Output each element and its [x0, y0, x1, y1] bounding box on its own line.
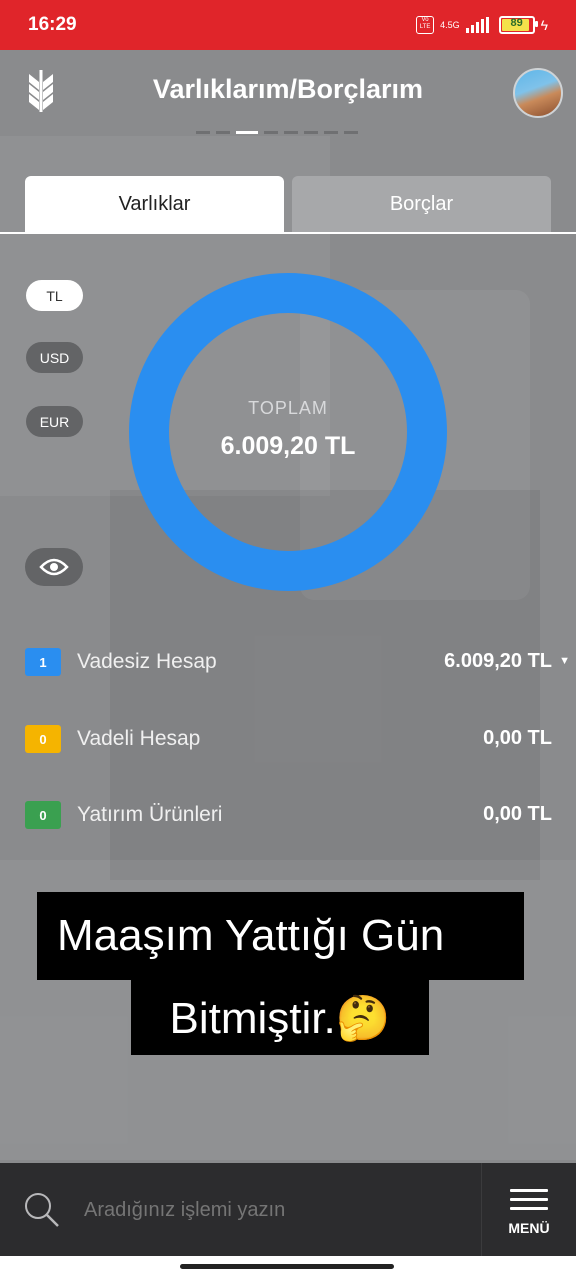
- asset-row-yatirim[interactable]: 0 Yatırım Ürünleri 0,00 TL: [0, 794, 576, 834]
- video-caption-line2: Bitmiştir.🤔: [131, 980, 429, 1055]
- asset-amount: 0,00 TL: [483, 727, 552, 749]
- asset-count-badge: 0: [25, 801, 61, 829]
- page-title: Varlıklarım/Borçlarım: [152, 74, 424, 104]
- search-input[interactable]: [82, 1198, 466, 1223]
- menu-label: MENÜ: [508, 1220, 550, 1236]
- eye-icon: [39, 558, 69, 576]
- signal-icon: [465, 17, 489, 33]
- battery-level: 89: [510, 17, 523, 29]
- total-label: TOPLAM: [248, 398, 328, 418]
- charging-icon: ϟ: [540, 17, 548, 33]
- volte-icon: Vo LTE: [416, 16, 435, 34]
- tab-borclar[interactable]: Borçlar: [292, 176, 551, 233]
- status-bar: 16:29 Vo LTE 4.5G 89 ϟ: [0, 0, 576, 50]
- status-time: 16:29: [28, 14, 77, 35]
- battery-icon: 89: [498, 16, 538, 34]
- hamburger-icon: [510, 1183, 548, 1216]
- asset-row-vadesiz[interactable]: 1 Vadesiz Hesap 6.009,20 TL ▼: [0, 641, 576, 681]
- search-icon[interactable]: [22, 1190, 62, 1230]
- visibility-toggle-button[interactable]: [25, 548, 83, 586]
- video-caption-line1: Maaşım Yattığı Gün: [37, 892, 524, 980]
- tab-underline: [0, 232, 576, 234]
- asset-count-badge: 0: [25, 725, 61, 753]
- currency-tl-button[interactable]: TL: [26, 280, 83, 311]
- home-indicator[interactable]: [180, 1264, 394, 1269]
- chevron-down-icon[interactable]: ▼: [559, 655, 570, 667]
- menu-button[interactable]: MENÜ: [482, 1163, 576, 1256]
- system-nav-bar: [0, 1256, 576, 1280]
- avatar[interactable]: [513, 68, 563, 118]
- asset-row-vadeli[interactable]: 0 Vadeli Hesap 0,00 TL: [0, 718, 576, 758]
- tab-varliklar[interactable]: Varlıklar: [25, 176, 284, 233]
- network-type: 4.5G: [440, 20, 460, 30]
- bottom-bar: MENÜ: [0, 1163, 576, 1256]
- asset-name: Vadeli Hesap: [77, 727, 201, 750]
- asset-amount: 0,00 TL: [483, 803, 552, 825]
- currency-eur-button[interactable]: EUR: [26, 406, 83, 437]
- asset-count-badge: 1: [25, 648, 61, 676]
- asset-name: Vadesiz Hesap: [77, 650, 217, 673]
- asset-name: Yatırım Ürünleri: [77, 803, 223, 826]
- page-indicator: [196, 131, 358, 134]
- total-value: 6.009,20 TL: [220, 432, 356, 460]
- currency-usd-button[interactable]: USD: [26, 342, 83, 373]
- status-icons: Vo LTE 4.5G 89 ϟ: [416, 16, 548, 34]
- asset-amount: 6.009,20 TL: [444, 650, 552, 672]
